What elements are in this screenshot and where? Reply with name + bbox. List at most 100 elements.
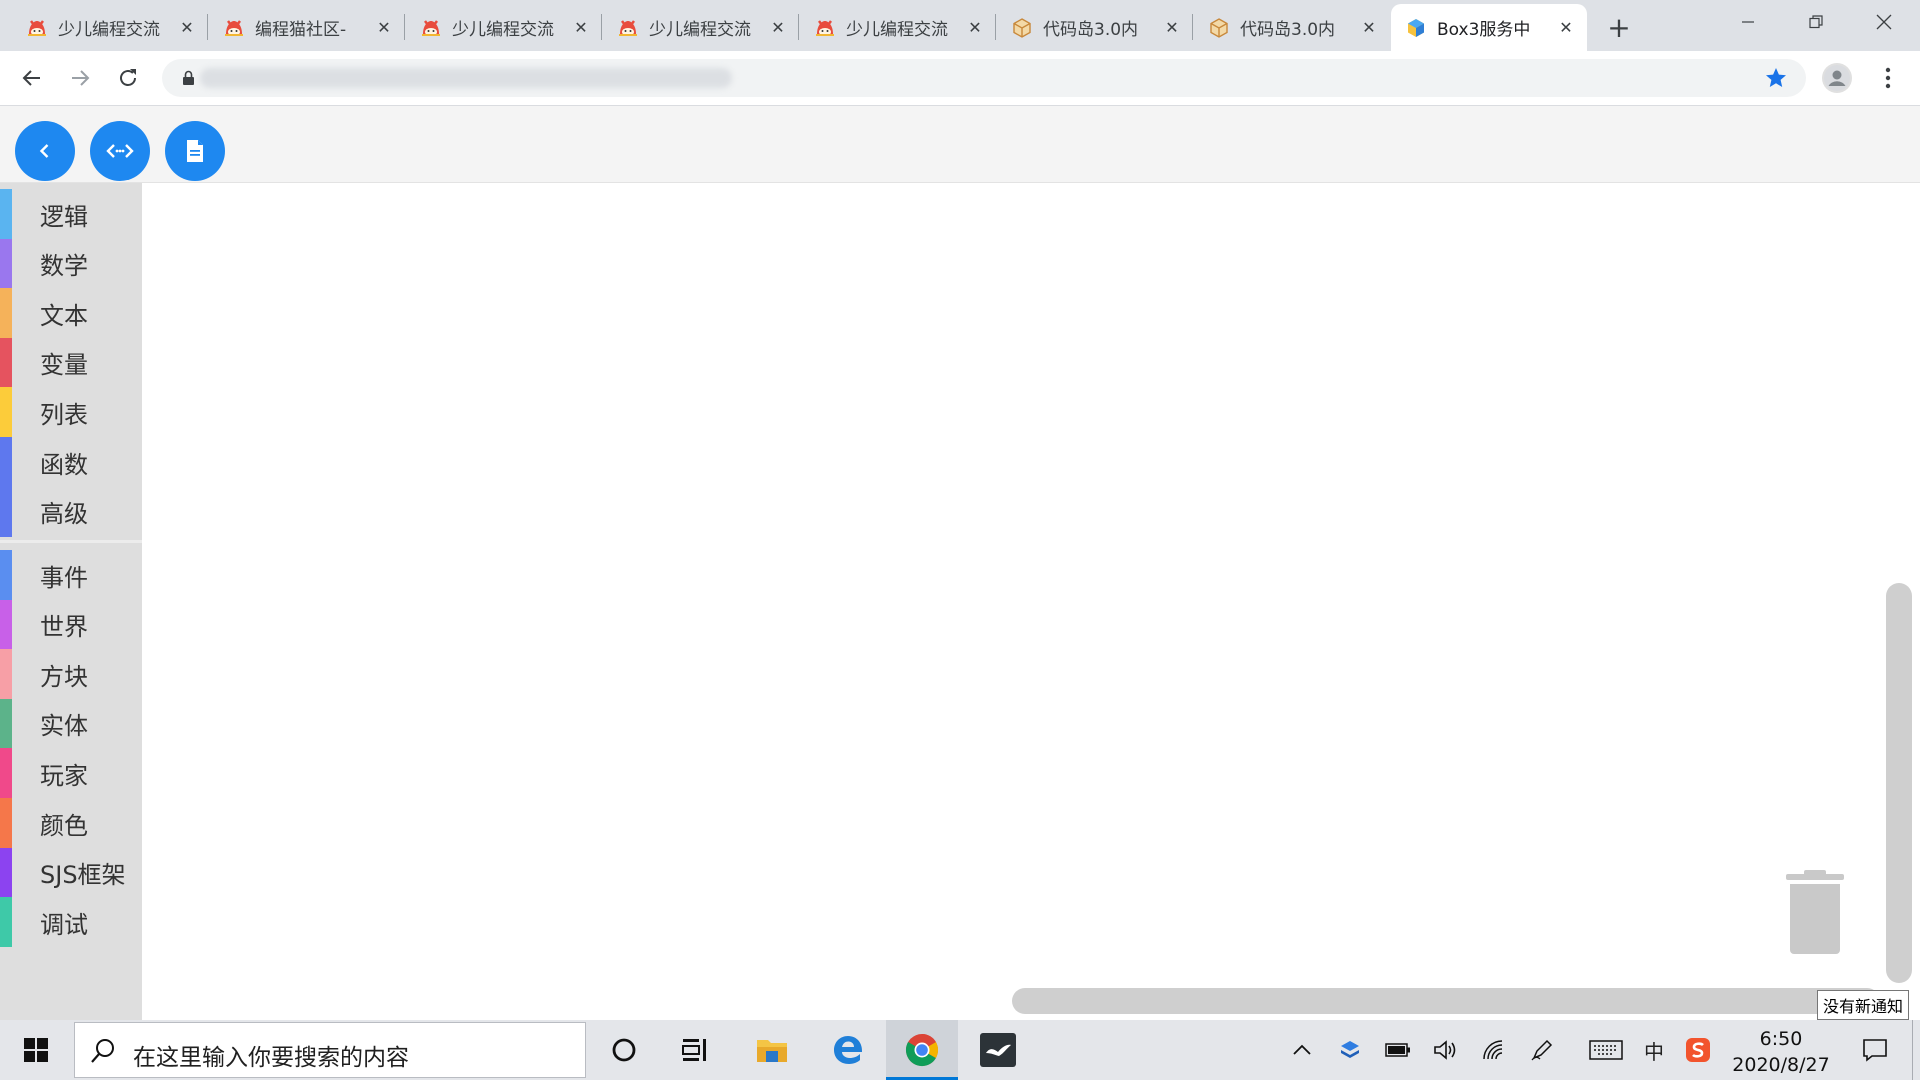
person-icon xyxy=(1824,65,1850,91)
tab-close-icon[interactable]: ✕ xyxy=(964,17,986,39)
battery-status[interactable] xyxy=(1378,1030,1418,1070)
browser-tab[interactable]: 少儿编程交流 ✕ xyxy=(800,4,996,51)
browser-tab[interactable]: 代码岛3.0内 ✕ xyxy=(997,4,1193,51)
category-color-strip xyxy=(0,599,12,650)
tab-title: 代码岛3.0内 xyxy=(1043,20,1139,40)
category-color-strip xyxy=(0,847,12,898)
pinned-app-button[interactable] xyxy=(962,1020,1034,1080)
sogou-ime-button[interactable] xyxy=(1678,1030,1718,1070)
wifi-icon xyxy=(1483,1040,1503,1060)
tab-close-icon[interactable]: ✕ xyxy=(570,17,592,39)
category-label: 实体 xyxy=(40,712,88,741)
cortana-button[interactable] xyxy=(588,1020,660,1080)
action-center-button[interactable] xyxy=(1846,1020,1904,1080)
cat-mascot-icon xyxy=(26,17,48,39)
category-label: 世界 xyxy=(40,613,88,642)
browser-tab[interactable]: 少儿编程交流 ✕ xyxy=(406,4,602,51)
back-circle-button[interactable] xyxy=(15,121,75,181)
browser-tab[interactable]: 编程猫社区- ✕ xyxy=(209,4,405,51)
tray-overflow-button[interactable] xyxy=(1282,1030,1322,1070)
chrome-button[interactable] xyxy=(886,1020,958,1080)
star-bookmark-icon[interactable] xyxy=(1764,66,1788,90)
category-color-strip xyxy=(0,387,12,438)
new-tab-button[interactable]: + xyxy=(1602,10,1636,44)
category-item[interactable]: 函数 xyxy=(0,437,142,487)
tab-close-icon[interactable]: ✕ xyxy=(1358,17,1380,39)
category-color-strip xyxy=(0,337,12,388)
category-color-strip xyxy=(0,748,12,799)
profile-avatar[interactable] xyxy=(1822,63,1852,93)
system-clock[interactable]: 6:50 2020/8/27 xyxy=(1718,1026,1844,1078)
tab-close-icon[interactable]: ✕ xyxy=(1161,17,1183,39)
keyboard-icon xyxy=(1589,1040,1623,1060)
block-workspace[interactable] xyxy=(142,183,1920,1020)
category-item[interactable]: 颜色 xyxy=(0,798,142,848)
code-view-button[interactable] xyxy=(90,121,150,181)
reload-button[interactable] xyxy=(112,62,144,94)
pen-workspace[interactable] xyxy=(1522,1030,1562,1070)
tab-title: 少儿编程交流 xyxy=(846,20,948,40)
document-button[interactable] xyxy=(165,121,225,181)
tab-close-icon[interactable]: ✕ xyxy=(176,17,198,39)
tab-close-icon[interactable]: ✕ xyxy=(767,17,789,39)
category-item[interactable]: 调试 xyxy=(0,897,142,948)
category-label: 玩家 xyxy=(40,761,88,790)
file-explorer-button[interactable] xyxy=(736,1020,808,1080)
ime-indicator[interactable]: 中 xyxy=(1634,1030,1674,1070)
volume-control[interactable] xyxy=(1426,1030,1466,1070)
minimize-button[interactable] xyxy=(1714,0,1782,44)
touch-keyboard-button[interactable] xyxy=(1586,1030,1626,1070)
category-item[interactable]: 方块 xyxy=(0,649,142,700)
category-item[interactable]: 文本 xyxy=(0,288,142,339)
browser-tab[interactable]: Box3服务中 ✕ xyxy=(1391,4,1587,51)
restore-button[interactable] xyxy=(1782,0,1850,44)
arrow-right-icon xyxy=(72,70,90,86)
back-button[interactable] xyxy=(16,62,48,94)
category-label: 事件 xyxy=(40,563,88,592)
network-status[interactable] xyxy=(1474,1030,1514,1070)
trash-can-icon[interactable] xyxy=(1780,870,1850,956)
tray-layers-app[interactable] xyxy=(1330,1030,1370,1070)
category-item[interactable]: 高级 xyxy=(0,486,142,537)
code-arrows-icon xyxy=(106,144,134,158)
category-item[interactable]: SJS框架 xyxy=(0,847,142,898)
cat-mascot-icon xyxy=(814,17,836,39)
horizontal-scrollbar[interactable] xyxy=(1012,988,1880,1014)
category-item[interactable]: 列表 xyxy=(0,387,142,438)
category-color-strip xyxy=(0,486,12,537)
category-item[interactable]: 逻辑 xyxy=(0,189,142,239)
category-color-strip xyxy=(0,798,12,848)
category-item[interactable]: 玩家 xyxy=(0,748,142,799)
category-item[interactable]: 事件 xyxy=(0,550,142,600)
category-color-strip xyxy=(0,649,12,700)
category-label: 逻辑 xyxy=(40,202,88,231)
close-window-button[interactable] xyxy=(1850,0,1918,44)
tab-close-icon[interactable]: ✕ xyxy=(373,17,395,39)
windows-logo-icon xyxy=(24,1038,48,1062)
category-item[interactable]: 变量 xyxy=(0,337,142,388)
clock-date: 2020/8/27 xyxy=(1732,1054,1830,1076)
forward-button[interactable] xyxy=(64,62,96,94)
box3-icon xyxy=(1405,17,1427,39)
category-item[interactable]: 数学 xyxy=(0,238,142,289)
tab-separator xyxy=(995,14,996,40)
show-desktop-button[interactable] xyxy=(1912,1020,1920,1080)
browser-tab[interactable]: 少儿编程交流 ✕ xyxy=(12,4,208,51)
start-button[interactable] xyxy=(0,1020,72,1080)
task-view-button[interactable] xyxy=(660,1020,732,1080)
tab-close-icon[interactable]: ✕ xyxy=(1555,17,1577,39)
category-item[interactable]: 世界 xyxy=(0,599,142,650)
category-label: SJS框架 xyxy=(40,861,126,890)
browser-tab[interactable]: 代码岛3.0内 ✕ xyxy=(1194,4,1390,51)
category-label: 颜色 xyxy=(40,811,88,840)
taskbar-search[interactable]: 在这里输入你要搜索的内容 xyxy=(74,1022,586,1078)
edge-button[interactable] xyxy=(812,1020,884,1080)
address-bar[interactable] xyxy=(162,59,1806,97)
category-item[interactable]: 实体 xyxy=(0,698,142,749)
browser-tab[interactable]: 少儿编程交流 ✕ xyxy=(603,4,799,51)
category-label: 变量 xyxy=(40,351,88,380)
vertical-scrollbar[interactable] xyxy=(1886,583,1912,983)
browser-menu-button[interactable] xyxy=(1876,63,1900,93)
block-category-sidebar: 逻辑数学 文本变量列表 函数 高级事件世界方块实体玩家颜色 SJS框架调试 xyxy=(0,183,142,1020)
category-color-strip xyxy=(0,189,12,239)
